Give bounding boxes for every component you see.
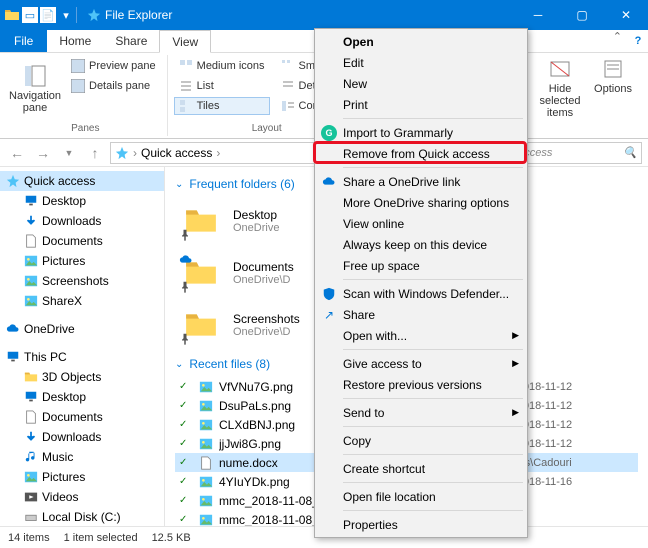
grammarly-icon: G: [321, 125, 337, 141]
minimize-button[interactable]: ─: [516, 0, 560, 30]
share-tab[interactable]: Share: [103, 30, 159, 52]
nav-sharex[interactable]: ShareX: [0, 291, 164, 311]
menu-create-shortcut[interactable]: Create shortcut: [317, 458, 525, 479]
details-pane-button[interactable]: Details pane: [66, 77, 161, 95]
menu-view-online[interactable]: View online: [317, 213, 525, 234]
sync-icon: ✓: [179, 495, 193, 506]
file-tab[interactable]: File: [0, 30, 47, 52]
nav-desktop[interactable]: Desktop: [0, 387, 164, 407]
menu-more-onedrive-sharing-options[interactable]: More OneDrive sharing options: [317, 192, 525, 213]
nav-downloads[interactable]: Downloads: [0, 211, 164, 231]
nav-documents[interactable]: Documents: [0, 231, 164, 251]
nav-pictures[interactable]: Pictures: [0, 467, 164, 487]
layout-medium[interactable]: Medium icons: [174, 57, 270, 75]
sync-icon: ✓: [179, 514, 193, 525]
menu-remove-from-quick-access[interactable]: Remove from Quick access: [317, 143, 525, 164]
shield-icon: [321, 286, 337, 302]
collapse-ribbon[interactable]: ⌃: [607, 30, 628, 52]
sync-icon: ✓: [179, 476, 193, 487]
titlebar: ▭ 📄 ▾ File Explorer ─ ▢ ✕: [0, 0, 648, 30]
nav-desktop[interactable]: Desktop: [0, 191, 164, 211]
sync-icon: ✓: [179, 400, 193, 411]
qat-props-icon[interactable]: ▭: [22, 7, 38, 23]
navigation-pane: Quick accessDesktopDownloadsDocumentsPic…: [0, 167, 165, 526]
status-selection: 1 item selected: [64, 532, 138, 544]
menu-restore-previous-versions[interactable]: Restore previous versions: [317, 374, 525, 395]
context-menu: OpenEditNewPrint GImport to GrammarlyRemo…: [314, 28, 528, 538]
qat-dropdown[interactable]: ▾: [58, 7, 74, 23]
menu-always-keep-on-this-device[interactable]: Always keep on this device: [317, 234, 525, 255]
qat-explorer-icon: [4, 7, 20, 23]
nav-onedrive[interactable]: OneDrive: [0, 319, 164, 339]
navigation-pane-button[interactable]: Navigation pane: [10, 57, 60, 121]
menu-open-file-location[interactable]: Open file location: [317, 486, 525, 507]
menu-send-to[interactable]: Send to▶: [317, 402, 525, 423]
menu-new[interactable]: New: [317, 73, 525, 94]
close-button[interactable]: ✕: [604, 0, 648, 30]
nav-up[interactable]: ↑: [84, 142, 106, 164]
menu-share[interactable]: ↗Share: [317, 304, 525, 325]
nav-documents[interactable]: Documents: [0, 407, 164, 427]
sync-icon: ✓: [179, 438, 193, 449]
nav-3d-objects[interactable]: 3D Objects: [0, 367, 164, 387]
sync-icon: ✓: [179, 457, 193, 468]
share-icon: ↗: [321, 307, 337, 323]
menu-free-up-space[interactable]: Free up space: [317, 255, 525, 276]
menu-open-with-[interactable]: Open with...▶: [317, 325, 525, 346]
nav-screenshots[interactable]: Screenshots: [0, 271, 164, 291]
maximize-button[interactable]: ▢: [560, 0, 604, 30]
layout-list[interactable]: List: [174, 77, 270, 95]
help-button[interactable]: ?: [628, 30, 648, 52]
options-button[interactable]: Options: [588, 57, 638, 95]
nav-music[interactable]: Music: [0, 447, 164, 467]
nav-videos[interactable]: Videos: [0, 487, 164, 507]
menu-give-access-to[interactable]: Give access to▶: [317, 353, 525, 374]
menu-edit[interactable]: Edit: [317, 52, 525, 73]
nav-this-pc[interactable]: This PC: [0, 347, 164, 367]
nav-local-disk-c-[interactable]: Local Disk (C:): [0, 507, 164, 526]
nav-quick-access[interactable]: Quick access: [0, 171, 164, 191]
status-item-count: 14 items: [8, 532, 50, 544]
nav-back[interactable]: ←: [6, 142, 28, 164]
menu-import-to-grammarly[interactable]: GImport to Grammarly: [317, 122, 525, 143]
search-icon: 🔍: [623, 146, 637, 159]
hide-selected-button[interactable]: Hide selected items: [532, 57, 588, 119]
layout-tiles[interactable]: Tiles: [174, 97, 270, 115]
menu-copy[interactable]: Copy: [317, 430, 525, 451]
home-tab[interactable]: Home: [47, 30, 103, 52]
menu-scan-with-windows-defender-[interactable]: Scan with Windows Defender...: [317, 283, 525, 304]
cloud-icon: [321, 174, 337, 190]
menu-properties[interactable]: Properties: [317, 514, 525, 535]
menu-share-a-onedrive-link[interactable]: Share a OneDrive link: [317, 171, 525, 192]
nav-forward[interactable]: →: [32, 142, 54, 164]
sync-icon: ✓: [179, 381, 193, 392]
nav-downloads[interactable]: Downloads: [0, 427, 164, 447]
menu-print[interactable]: Print: [317, 94, 525, 115]
status-size: 12.5 KB: [152, 532, 191, 544]
nav-recent[interactable]: ▼: [58, 142, 80, 164]
window-title: File Explorer: [81, 8, 516, 22]
view-tab[interactable]: View: [159, 30, 211, 53]
nav-pictures[interactable]: Pictures: [0, 251, 164, 271]
sync-icon: ✓: [179, 419, 193, 430]
qat-new-icon[interactable]: 📄: [40, 7, 56, 23]
preview-pane-button[interactable]: Preview pane: [66, 57, 161, 75]
menu-open[interactable]: Open: [317, 31, 525, 52]
